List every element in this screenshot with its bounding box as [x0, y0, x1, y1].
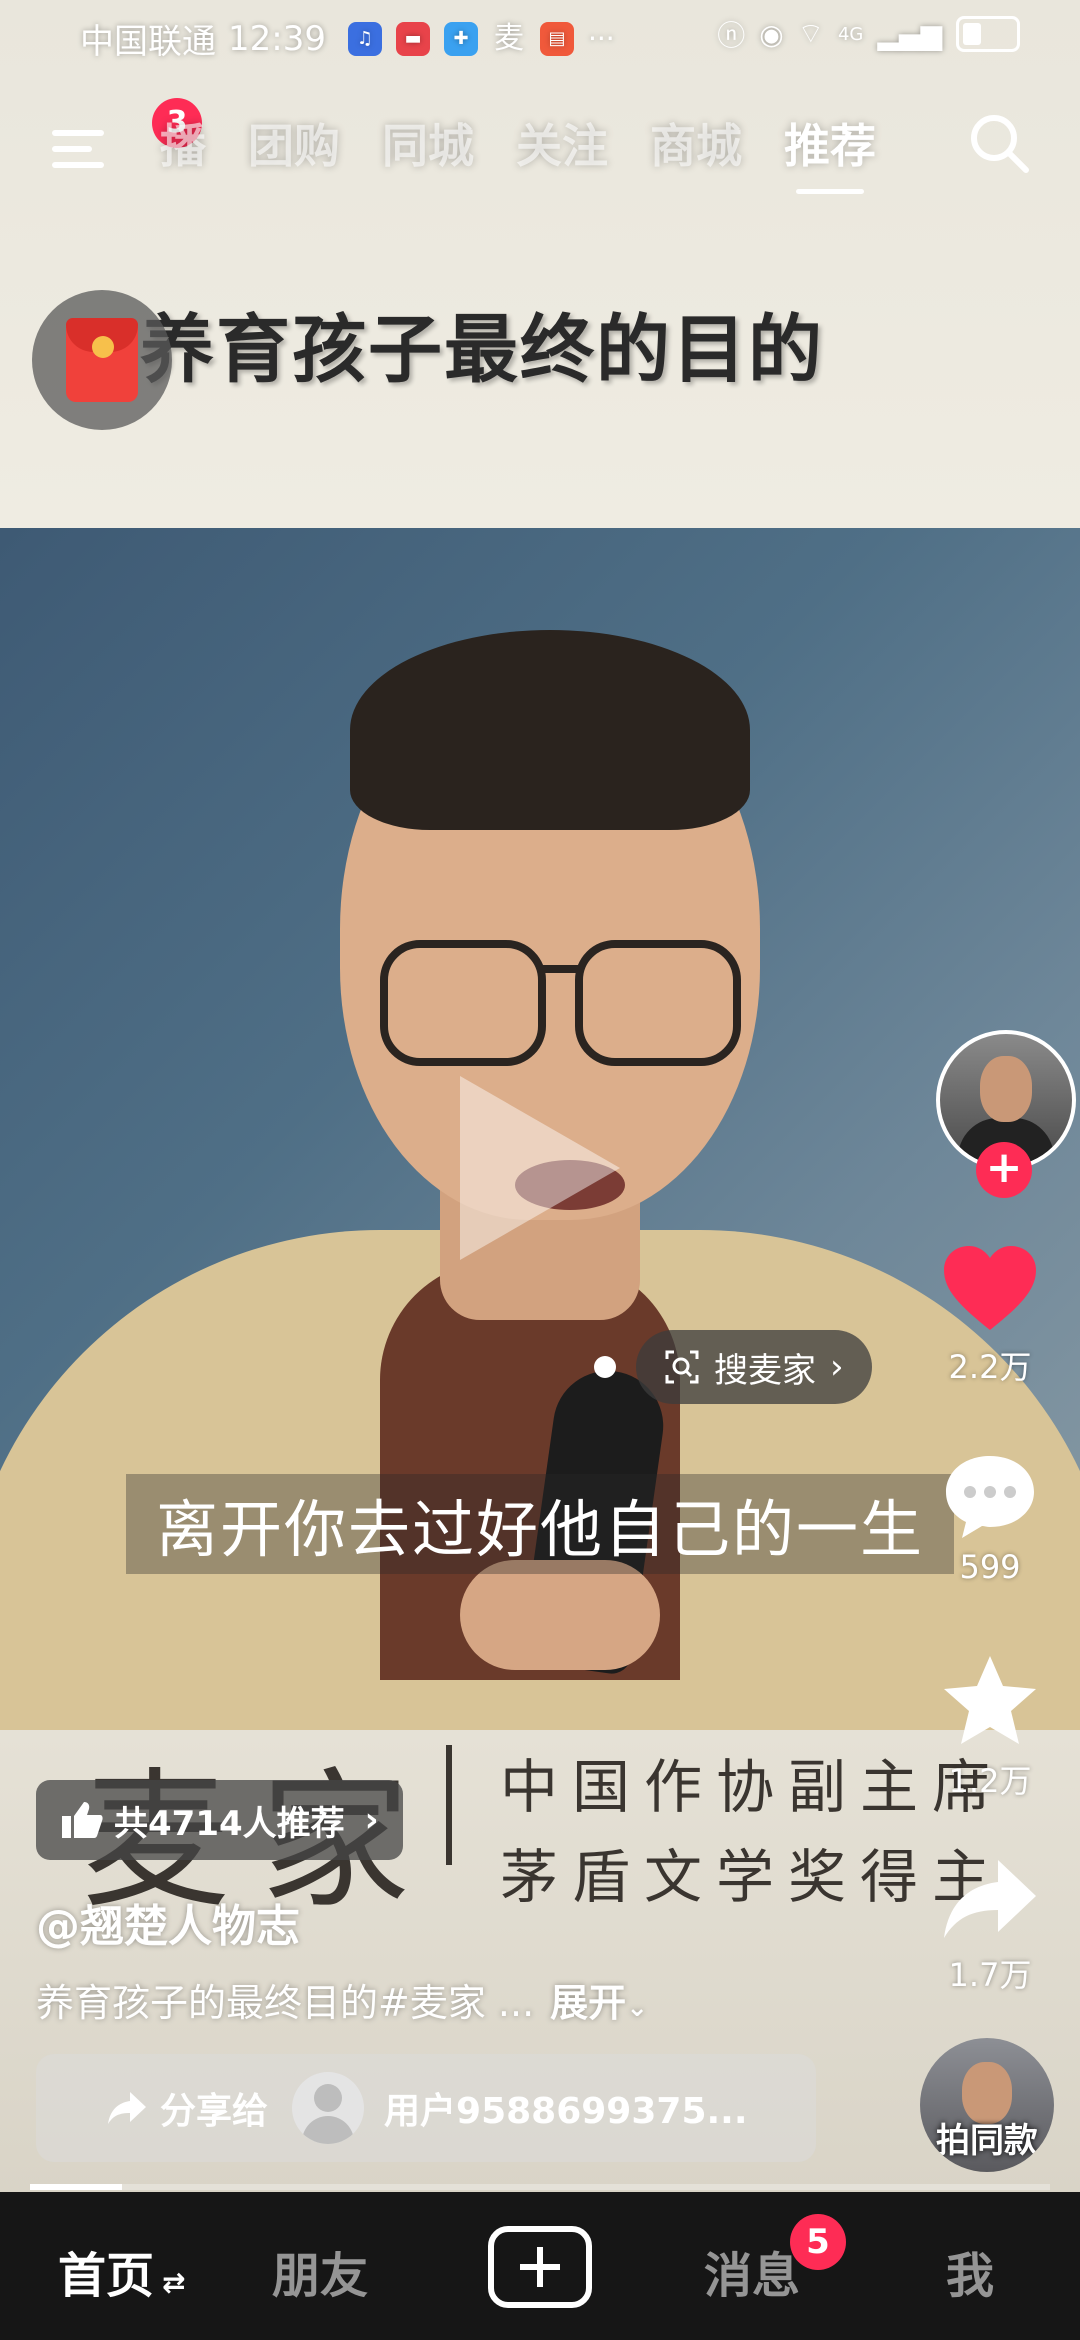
eye-comfort-icon: ◉ — [759, 17, 784, 51]
share-button[interactable]: 1.7万 — [900, 1856, 1080, 1996]
nav-me[interactable]: 我 — [946, 2236, 994, 2306]
expand-label: 展开 — [550, 1981, 627, 2025]
top-nav: 3 播 团购 同城 关注 商城 推荐 — [0, 98, 1080, 194]
speaker-glasses-right — [575, 940, 741, 1066]
speaker-hand — [460, 1560, 660, 1670]
thumbs-up-icon — [62, 1802, 103, 1838]
battery-icon — [956, 16, 1020, 52]
speaker-glasses-left — [380, 940, 546, 1066]
chevron-down-icon: ⌄ — [626, 1993, 648, 2023]
heart-icon — [944, 1246, 1036, 1330]
clock: 12:39 — [228, 18, 326, 59]
play-icon[interactable] — [460, 1076, 620, 1260]
more-notifications-icon: ··· — [587, 21, 615, 55]
chevron-right-icon: › — [830, 1347, 844, 1387]
star-icon — [944, 1656, 1036, 1744]
speaker-glasses-bridge — [538, 965, 578, 973]
switch-arrows-icon: ⇄ — [162, 2266, 186, 2299]
avatar-face — [980, 1056, 1032, 1122]
nav-home[interactable]: 首页 ⇄ — [58, 2236, 185, 2306]
shoot-same-button[interactable]: 拍同款 — [920, 2038, 1054, 2172]
nfc-icon: ⓝ — [717, 19, 746, 52]
tab-nearby[interactable]: 同城 — [382, 110, 474, 176]
name-card-divider — [446, 1745, 452, 1865]
wifi-icon: ⌔ — [797, 16, 824, 50]
menu-button[interactable]: 3 — [52, 98, 202, 170]
menu-icon — [52, 130, 104, 136]
chevron-right-icon: › — [364, 1800, 379, 1840]
coin-icon — [92, 336, 114, 358]
tab-group-buy[interactable]: 团购 — [248, 110, 340, 176]
menu-icon-bar — [52, 146, 92, 152]
signal-icon: ▂▄▆ — [877, 17, 942, 51]
recommend-label: 共4714人推荐 — [114, 1803, 345, 1844]
carrier-label: 中国联通 — [80, 22, 216, 62]
comment-button[interactable]: 599 — [900, 1450, 1080, 1586]
recommend-pill[interactable]: 共4714人推荐 › — [36, 1780, 403, 1860]
like-count: 2.2万 — [948, 1348, 1032, 1386]
video-progress-fill — [30, 2184, 122, 2190]
nav-home-label: 首页 — [58, 2248, 155, 2304]
tab-mall[interactable]: 商城 — [650, 110, 742, 176]
shoot-same-label: 拍同款 — [936, 2121, 1038, 2161]
feed-tabs: 播 团购 同城 关注 商城 推荐 — [160, 110, 876, 194]
video-subtitle: 离开你去过好他自己的一生 — [126, 1474, 955, 1574]
share-to-button[interactable]: 分享给 — [106, 2082, 268, 2134]
huawei-video-app-icon: ▤ — [539, 21, 574, 56]
favorite-count: 1.2万 — [948, 1762, 1032, 1800]
map-app-icon: ✚ — [443, 21, 478, 56]
app-screen: 养育孩子最终的目的 搜麦家 › 离开你去过好他自己的一生 麦家 中国作协副主席 … — [0, 0, 1080, 2340]
description-text: 养育孩子的最终目的#麦家 ... — [36, 1981, 535, 2025]
video-title: 养育孩子最终的目的 — [140, 307, 824, 393]
tab-recommended[interactable]: 推荐 — [784, 110, 876, 194]
video-description: 养育孩子的最终目的#麦家 ... 展开⌄ — [36, 1972, 648, 2027]
search-icon[interactable] — [964, 108, 1034, 178]
video-top-panel — [0, 0, 1080, 528]
tag-dot-icon — [594, 1356, 616, 1378]
red-envelope-icon — [66, 318, 138, 402]
like-button[interactable]: 2.2万 — [900, 1244, 1080, 1388]
comment-icon — [946, 1456, 1034, 1538]
bottom-nav: 首页 ⇄ 朋友 消息 5 我 — [0, 2192, 1080, 2340]
follow-button[interactable]: + — [976, 1142, 1032, 1198]
video-progress-bar[interactable] — [30, 2184, 1050, 2190]
red-packet-button[interactable] — [32, 290, 172, 430]
tab-following[interactable]: 关注 — [516, 110, 608, 176]
search-tag-label: 搜麦家 — [714, 1350, 816, 1391]
comment-count: 599 — [959, 1548, 1021, 1586]
music-app-icon: ♫ — [347, 21, 382, 56]
share-count: 1.7万 — [948, 1956, 1032, 1994]
nav-messages[interactable]: 消息 — [704, 2236, 800, 2306]
menu-icon-bar — [52, 162, 104, 168]
favorite-button[interactable]: 1.2万 — [900, 1652, 1080, 1802]
notification-icons: ♫ ▬ ✚ 麦 ▤ ··· — [347, 20, 615, 56]
scan-search-icon — [665, 1350, 699, 1384]
search-tag-button[interactable]: 搜麦家 › — [636, 1330, 872, 1404]
status-bar: 中国联通 12:39 ♫ ▬ ✚ 麦 ▤ ··· ⓝ ◉ ⌔ 4G ▂▄▆ — [0, 0, 1080, 72]
create-plus-icon[interactable] — [488, 2226, 592, 2308]
tab-live[interactable]: 播 — [160, 110, 206, 176]
share-arrow-icon — [108, 2092, 146, 2124]
share-to-bar[interactable]: 分享给 用户9588699375... — [36, 2054, 816, 2162]
share-icon — [944, 1860, 1036, 1938]
network-type: 4G — [837, 23, 864, 45]
messages-badge: 5 — [790, 2214, 846, 2270]
user-avatar — [292, 2072, 365, 2144]
mai-app-icon: 麦 — [493, 20, 524, 56]
nav-friends[interactable]: 朋友 — [272, 2236, 368, 2306]
author-handle[interactable]: @翘楚人物志 — [36, 1890, 300, 1954]
expand-button[interactable]: 展开⌄ — [550, 1972, 648, 2027]
speaker-hair — [350, 630, 750, 830]
share-to-label: 分享给 — [160, 2091, 269, 2132]
share-user-name: 用户9588699375... — [384, 2091, 748, 2132]
huawei-app-icon: ▬ — [395, 21, 430, 56]
